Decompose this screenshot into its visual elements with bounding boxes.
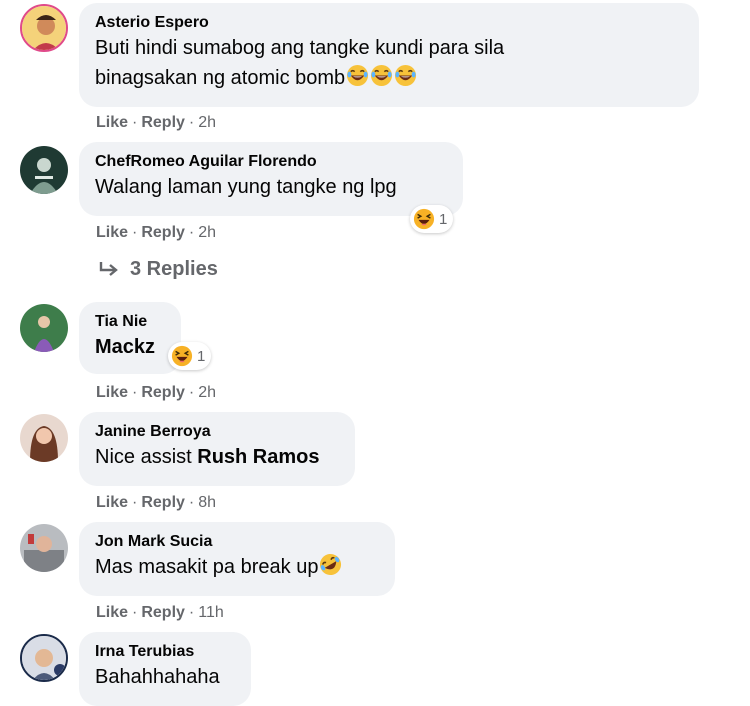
avatar-image xyxy=(20,524,68,572)
comment-text-part: Mas masakit pa break up xyxy=(95,556,319,578)
comment-actions: Like · Reply · 2h xyxy=(96,224,217,241)
reaction-summary[interactable]: 1 xyxy=(168,342,212,370)
reply-link[interactable]: Reply xyxy=(141,224,185,241)
reply-link[interactable]: Reply xyxy=(141,384,185,401)
like-link[interactable]: Like xyxy=(96,224,128,241)
comment-text-line2: binagsakan ng atomic bomb xyxy=(95,63,683,93)
comment-text: Bahahhahaha xyxy=(95,666,220,688)
haha-reaction-icon xyxy=(413,208,435,230)
comment-bubble: ChefRomeo Aguilar Florendo Walang laman … xyxy=(79,142,463,216)
replies-count-label: 3 Replies xyxy=(130,258,218,280)
reply-link[interactable]: Reply xyxy=(141,494,185,511)
comment-text: Walang laman yung tangke ng lpg xyxy=(95,176,397,198)
comment-author[interactable]: Jon Mark Sucia xyxy=(95,532,379,552)
avatar-image xyxy=(20,414,68,462)
like-link[interactable]: Like xyxy=(96,114,128,131)
tears-of-joy-icon xyxy=(370,64,393,87)
tears-of-joy-icon xyxy=(394,64,417,87)
avatar[interactable] xyxy=(20,4,68,52)
reaction-summary[interactable]: 1 xyxy=(410,205,454,233)
mention-link[interactable]: Rush Ramos xyxy=(197,446,319,468)
avatar-image xyxy=(20,304,68,352)
comment-text: Mackz xyxy=(95,336,156,358)
comment-text-part: binagsakan ng atomic bomb xyxy=(95,67,346,89)
comment-text: Buti hindi sumabog ang tangke kundi para… xyxy=(95,37,505,59)
reaction-count: 1 xyxy=(439,210,448,228)
reply-arrow-icon xyxy=(99,261,118,276)
avatar[interactable] xyxy=(20,414,68,462)
comment-timestamp[interactable]: 11h xyxy=(198,604,224,621)
comment-text: Mas masakit pa break up xyxy=(95,552,379,582)
comment-author[interactable]: Irna Terubias xyxy=(95,642,235,662)
avatar-image xyxy=(20,146,68,194)
haha-reaction-icon xyxy=(171,345,193,367)
comment-bubble: Tia Nie Mackz xyxy=(79,302,181,374)
comment-author[interactable]: Janine Berroya xyxy=(95,422,339,442)
reply-link[interactable]: Reply xyxy=(141,604,185,621)
like-link[interactable]: Like xyxy=(96,384,128,401)
comment-bubble: Asterio Espero Buti hindi sumabog ang ta… xyxy=(79,3,699,107)
like-link[interactable]: Like xyxy=(96,604,128,621)
avatar[interactable] xyxy=(20,146,68,194)
avatar-image xyxy=(22,6,66,50)
comment-actions: Like · Reply · 2h xyxy=(96,384,217,401)
tears-of-joy-icon xyxy=(346,64,369,87)
comment-bubble: Janine Berroya Nice assist Rush Ramos xyxy=(79,412,355,486)
comment-text-part: Nice assist xyxy=(95,446,198,468)
comment-timestamp[interactable]: 2h xyxy=(198,384,216,401)
avatar-image xyxy=(22,636,66,680)
like-link[interactable]: Like xyxy=(96,494,128,511)
comment-timestamp[interactable]: 2h xyxy=(198,114,216,131)
comment-author[interactable]: Asterio Espero xyxy=(95,13,683,33)
avatar[interactable] xyxy=(20,304,68,352)
comment-author[interactable]: Tia Nie xyxy=(95,312,165,332)
comment-timestamp[interactable]: 2h xyxy=(198,224,216,241)
avatar[interactable] xyxy=(20,634,68,682)
comment-actions: Like · Reply · 8h xyxy=(96,494,217,511)
comment-text: Nice assist Rush Ramos xyxy=(95,442,339,472)
comment-actions: Like · Reply · 2h xyxy=(96,114,217,131)
reply-link[interactable]: Reply xyxy=(141,114,185,131)
view-replies-link[interactable]: 3 Replies xyxy=(98,258,218,281)
comment-timestamp[interactable]: 8h xyxy=(198,494,216,511)
comment-actions: Like · Reply · 11h xyxy=(96,604,224,621)
comment-bubble: Irna Terubias Bahahhahaha xyxy=(79,632,251,706)
avatar[interactable] xyxy=(20,524,68,572)
comment-bubble: Jon Mark Sucia Mas masakit pa break up xyxy=(79,522,395,596)
rolling-on-floor-laughing-icon xyxy=(319,553,342,576)
comment-author[interactable]: ChefRomeo Aguilar Florendo xyxy=(95,152,447,172)
reaction-count: 1 xyxy=(197,347,206,365)
